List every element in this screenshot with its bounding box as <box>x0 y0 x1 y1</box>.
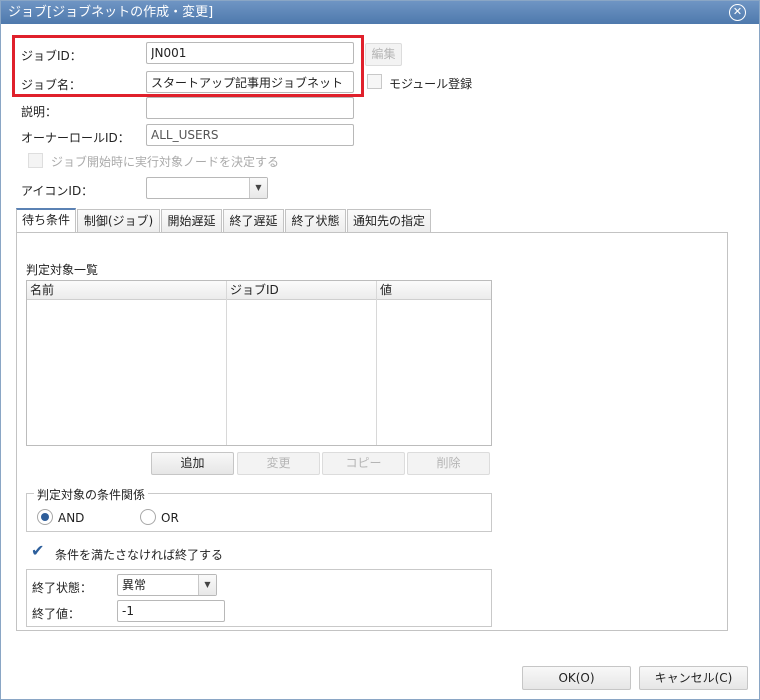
owner-role-label: オーナーロールID： <box>21 131 130 145</box>
target-table[interactable]: 名前 ジョブID 値 <box>26 280 492 446</box>
tab-notify[interactable]: 通知先の指定 <box>347 209 431 233</box>
tab-end-status[interactable]: 終了状態 <box>285 209 346 233</box>
job-name-input[interactable] <box>146 71 354 93</box>
table-header: 名前 ジョブID 値 <box>27 281 491 300</box>
job-dialog: ジョブ[ジョブネットの作成・変更] ✕ ジョブID： 編集 ジョブ名： モジュー… <box>0 0 760 700</box>
tab-start-delay[interactable]: 開始遅延 <box>161 209 222 233</box>
tab-wait-condition[interactable]: 待ち条件 <box>16 208 76 233</box>
delete-button[interactable]: 削除 <box>407 452 490 475</box>
chevron-down-icon[interactable]: ▼ <box>249 178 267 198</box>
description-input[interactable] <box>146 97 354 119</box>
description-label: 説明： <box>21 105 58 119</box>
end-value-input[interactable] <box>117 600 225 622</box>
module-register-label: モジュール登録 <box>389 77 473 91</box>
job-id-label: ジョブID： <box>21 49 82 63</box>
or-label: OR <box>161 511 179 525</box>
end-value-label: 終了値： <box>32 607 81 621</box>
column-name[interactable]: 名前 <box>27 281 227 300</box>
ok-button[interactable]: OK(O) <box>522 666 631 690</box>
add-button[interactable]: 追加 <box>151 452 234 475</box>
column-job-id[interactable]: ジョブID <box>227 281 377 300</box>
end-status-select[interactable]: 異常 ▼ <box>117 574 217 596</box>
end-settings-group <box>26 569 492 627</box>
owner-role-input[interactable] <box>146 124 354 146</box>
tab-control-job[interactable]: 制御(ジョブ) <box>77 209 160 233</box>
and-radio[interactable] <box>37 509 53 525</box>
decide-node-label: ジョブ開始時に実行対象ノードを決定する <box>51 155 280 169</box>
or-radio[interactable] <box>140 509 156 525</box>
copy-button[interactable]: コピー <box>322 452 405 475</box>
end-if-unmet-label: 条件を満たさなければ終了する <box>55 548 224 562</box>
target-list-title: 判定対象一覧 <box>26 263 99 277</box>
edit-button[interactable]: 編集 <box>365 43 402 66</box>
column-divider <box>226 281 227 445</box>
chevron-down-icon[interactable]: ▼ <box>198 575 216 595</box>
window-title: ジョブ[ジョブネットの作成・変更] <box>8 5 214 20</box>
relation-legend: 判定対象の条件関係 <box>34 486 149 503</box>
change-button[interactable]: 変更 <box>237 452 320 475</box>
job-id-input[interactable] <box>146 42 354 64</box>
end-if-unmet-checkbox[interactable]: ✔ <box>31 543 47 559</box>
and-label: AND <box>58 511 85 525</box>
decide-node-checkbox[interactable] <box>28 153 43 168</box>
icon-id-select[interactable]: ▼ <box>146 177 268 199</box>
end-status-value: 異常 <box>122 578 147 592</box>
close-icon[interactable]: ✕ <box>729 4 746 21</box>
module-register-checkbox[interactable] <box>367 74 382 89</box>
title-bar: ジョブ[ジョブネットの作成・変更] ✕ <box>1 1 759 24</box>
job-name-label: ジョブ名： <box>21 78 82 92</box>
cancel-button[interactable]: キャンセル(C) <box>639 666 748 690</box>
icon-id-label: アイコンID： <box>21 184 94 198</box>
end-status-label: 終了状態： <box>32 581 93 595</box>
column-divider <box>376 281 377 445</box>
wait-condition-panel: 判定対象一覧 名前 ジョブID 値 追加 変更 コピー 削除 判定対象の条件関係… <box>16 232 728 631</box>
tab-end-delay[interactable]: 終了遅延 <box>223 209 284 233</box>
column-value[interactable]: 値 <box>377 281 491 300</box>
